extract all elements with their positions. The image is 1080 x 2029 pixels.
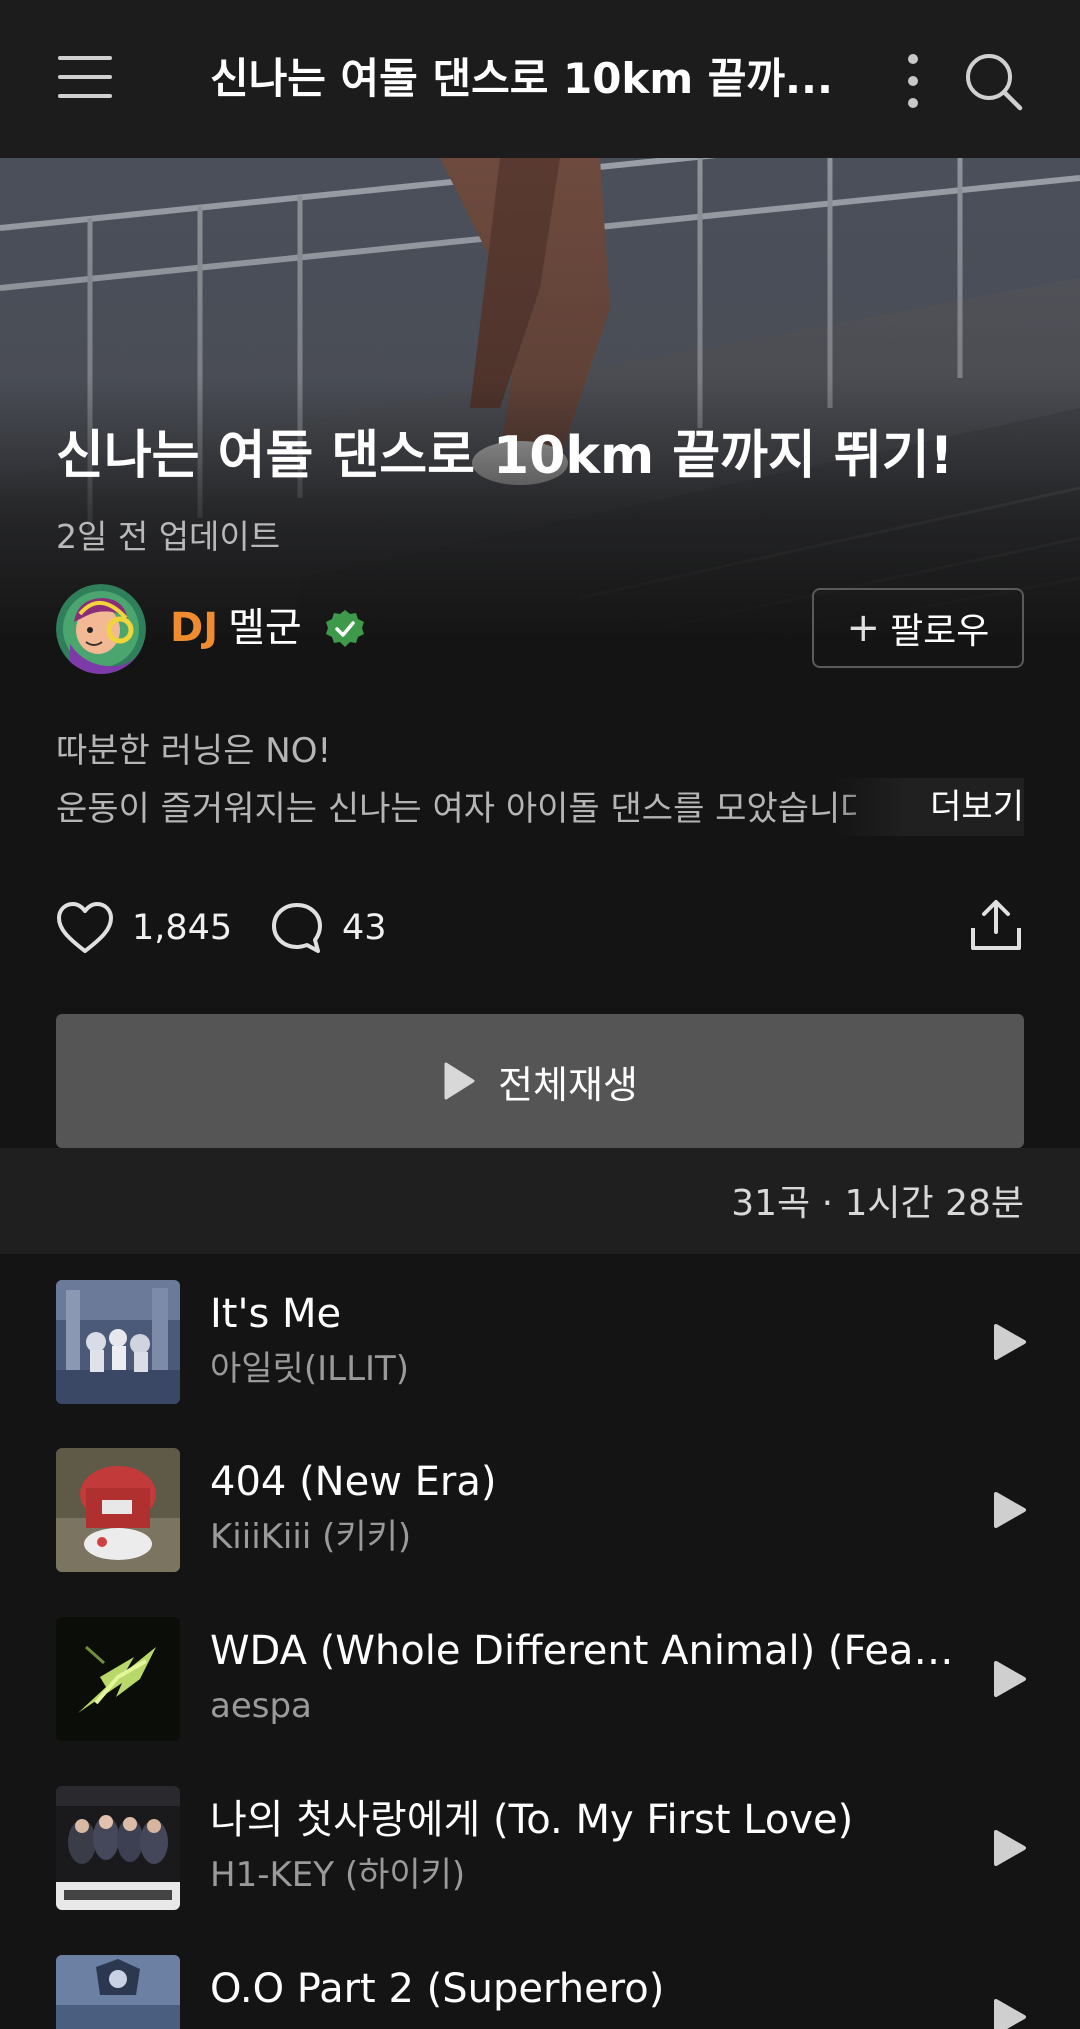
track-artist: H1-KEY (하이키): [210, 1855, 466, 1895]
album-art: [56, 1955, 180, 2029]
menu-icon[interactable]: [56, 52, 116, 102]
track-summary-bar: 31곡 · 1시간 28분: [0, 1148, 1080, 1254]
stats-row: 1,845 43: [56, 896, 1024, 960]
track-title: 나의 첫사랑에게 (To. My First Love): [210, 1797, 854, 1843]
dj-name-text: 멜군: [228, 605, 302, 651]
track-title: WDA (Whole Different Animal) (Feat. G...: [210, 1628, 960, 1674]
like-count: 1,845: [132, 908, 233, 948]
track-summary: 31곡 · 1시간 28분: [731, 1183, 1024, 1224]
track-row[interactable]: 나의 첫사랑에게 (To. My First Love) H1-KEY (하이키…: [0, 1776, 1080, 1926]
dj-prefix: DJ: [170, 605, 219, 651]
comment-icon: [272, 903, 322, 953]
track-row[interactable]: 404 (New Era) KiiiKiii (키키): [0, 1438, 1080, 1588]
track-title: O.O Part 2 (Superhero): [210, 1966, 665, 2012]
search-icon[interactable]: [962, 50, 1024, 112]
heart-icon: [57, 902, 113, 953]
playlist-title: 신나는 여돌 댄스로 10km 끝까지 뛰기!: [56, 426, 954, 486]
album-art: [56, 1280, 180, 1404]
cover-image: [0, 158, 1080, 642]
track-artist: KiiiKiii (키키): [210, 1517, 412, 1557]
track-row[interactable]: It's Me 아일릿(ILLIT): [0, 1270, 1080, 1420]
play-icon[interactable]: [984, 1987, 1034, 2029]
verified-icon: [324, 608, 366, 650]
description-line-1: 따분한 러닝은 NO!: [56, 731, 332, 771]
follow-label: 팔로우: [890, 611, 990, 652]
track-artist: 아일릿(ILLIT): [210, 1349, 410, 1389]
header-title: 신나는 여돌 댄스로 10km 끝까...: [210, 54, 833, 103]
avatar[interactable]: [56, 584, 146, 674]
updated-text: 2일 전 업데이트: [56, 517, 281, 556]
play-icon: [444, 1062, 475, 1100]
more-vertical-icon[interactable]: [898, 50, 930, 112]
like-button[interactable]: 1,845: [56, 896, 232, 960]
play-icon[interactable]: [984, 1818, 1034, 1878]
share-icon[interactable]: [968, 898, 1024, 954]
play-icon[interactable]: [984, 1312, 1034, 1372]
play-all-button[interactable]: 전체재생: [56, 1014, 1024, 1148]
follow-button[interactable]: + 팔로우: [812, 588, 1024, 668]
album-art: [56, 1786, 180, 1910]
play-icon[interactable]: [984, 1480, 1034, 1540]
playlist-page: 신나는 여돌 댄스로 10km 끝까... 신나는 여돌 댄스로 10km 끝까…: [0, 0, 1080, 2029]
track-title: 404 (New Era): [210, 1459, 497, 1505]
comment-button[interactable]: 43: [270, 896, 387, 960]
track-title: It's Me: [210, 1291, 342, 1337]
dj-name[interactable]: DJ 멜군: [170, 602, 302, 654]
top-bar: 신나는 여돌 댄스로 10km 끝까...: [0, 0, 1080, 158]
album-art: [56, 1617, 180, 1741]
more-button[interactable]: 더보기: [832, 778, 1024, 836]
track-artist: aespa: [210, 1686, 312, 1726]
description-line-2: 운동이 즐거워지는 신나는 여자 아이돌 댄스를 모았습니다: [56, 789, 856, 829]
dj-row: DJ 멜군 + 팔로우: [56, 584, 1024, 674]
plus-icon: +: [846, 605, 881, 651]
album-art: [56, 1448, 180, 1572]
track-row[interactable]: WDA (Whole Different Animal) (Feat. G...…: [0, 1607, 1080, 1757]
play-all-label: 전체재생: [498, 1062, 638, 1107]
track-row[interactable]: O.O Part 2 (Superhero): [0, 1945, 1080, 2029]
comment-count: 43: [342, 908, 387, 948]
play-icon[interactable]: [984, 1649, 1034, 1709]
